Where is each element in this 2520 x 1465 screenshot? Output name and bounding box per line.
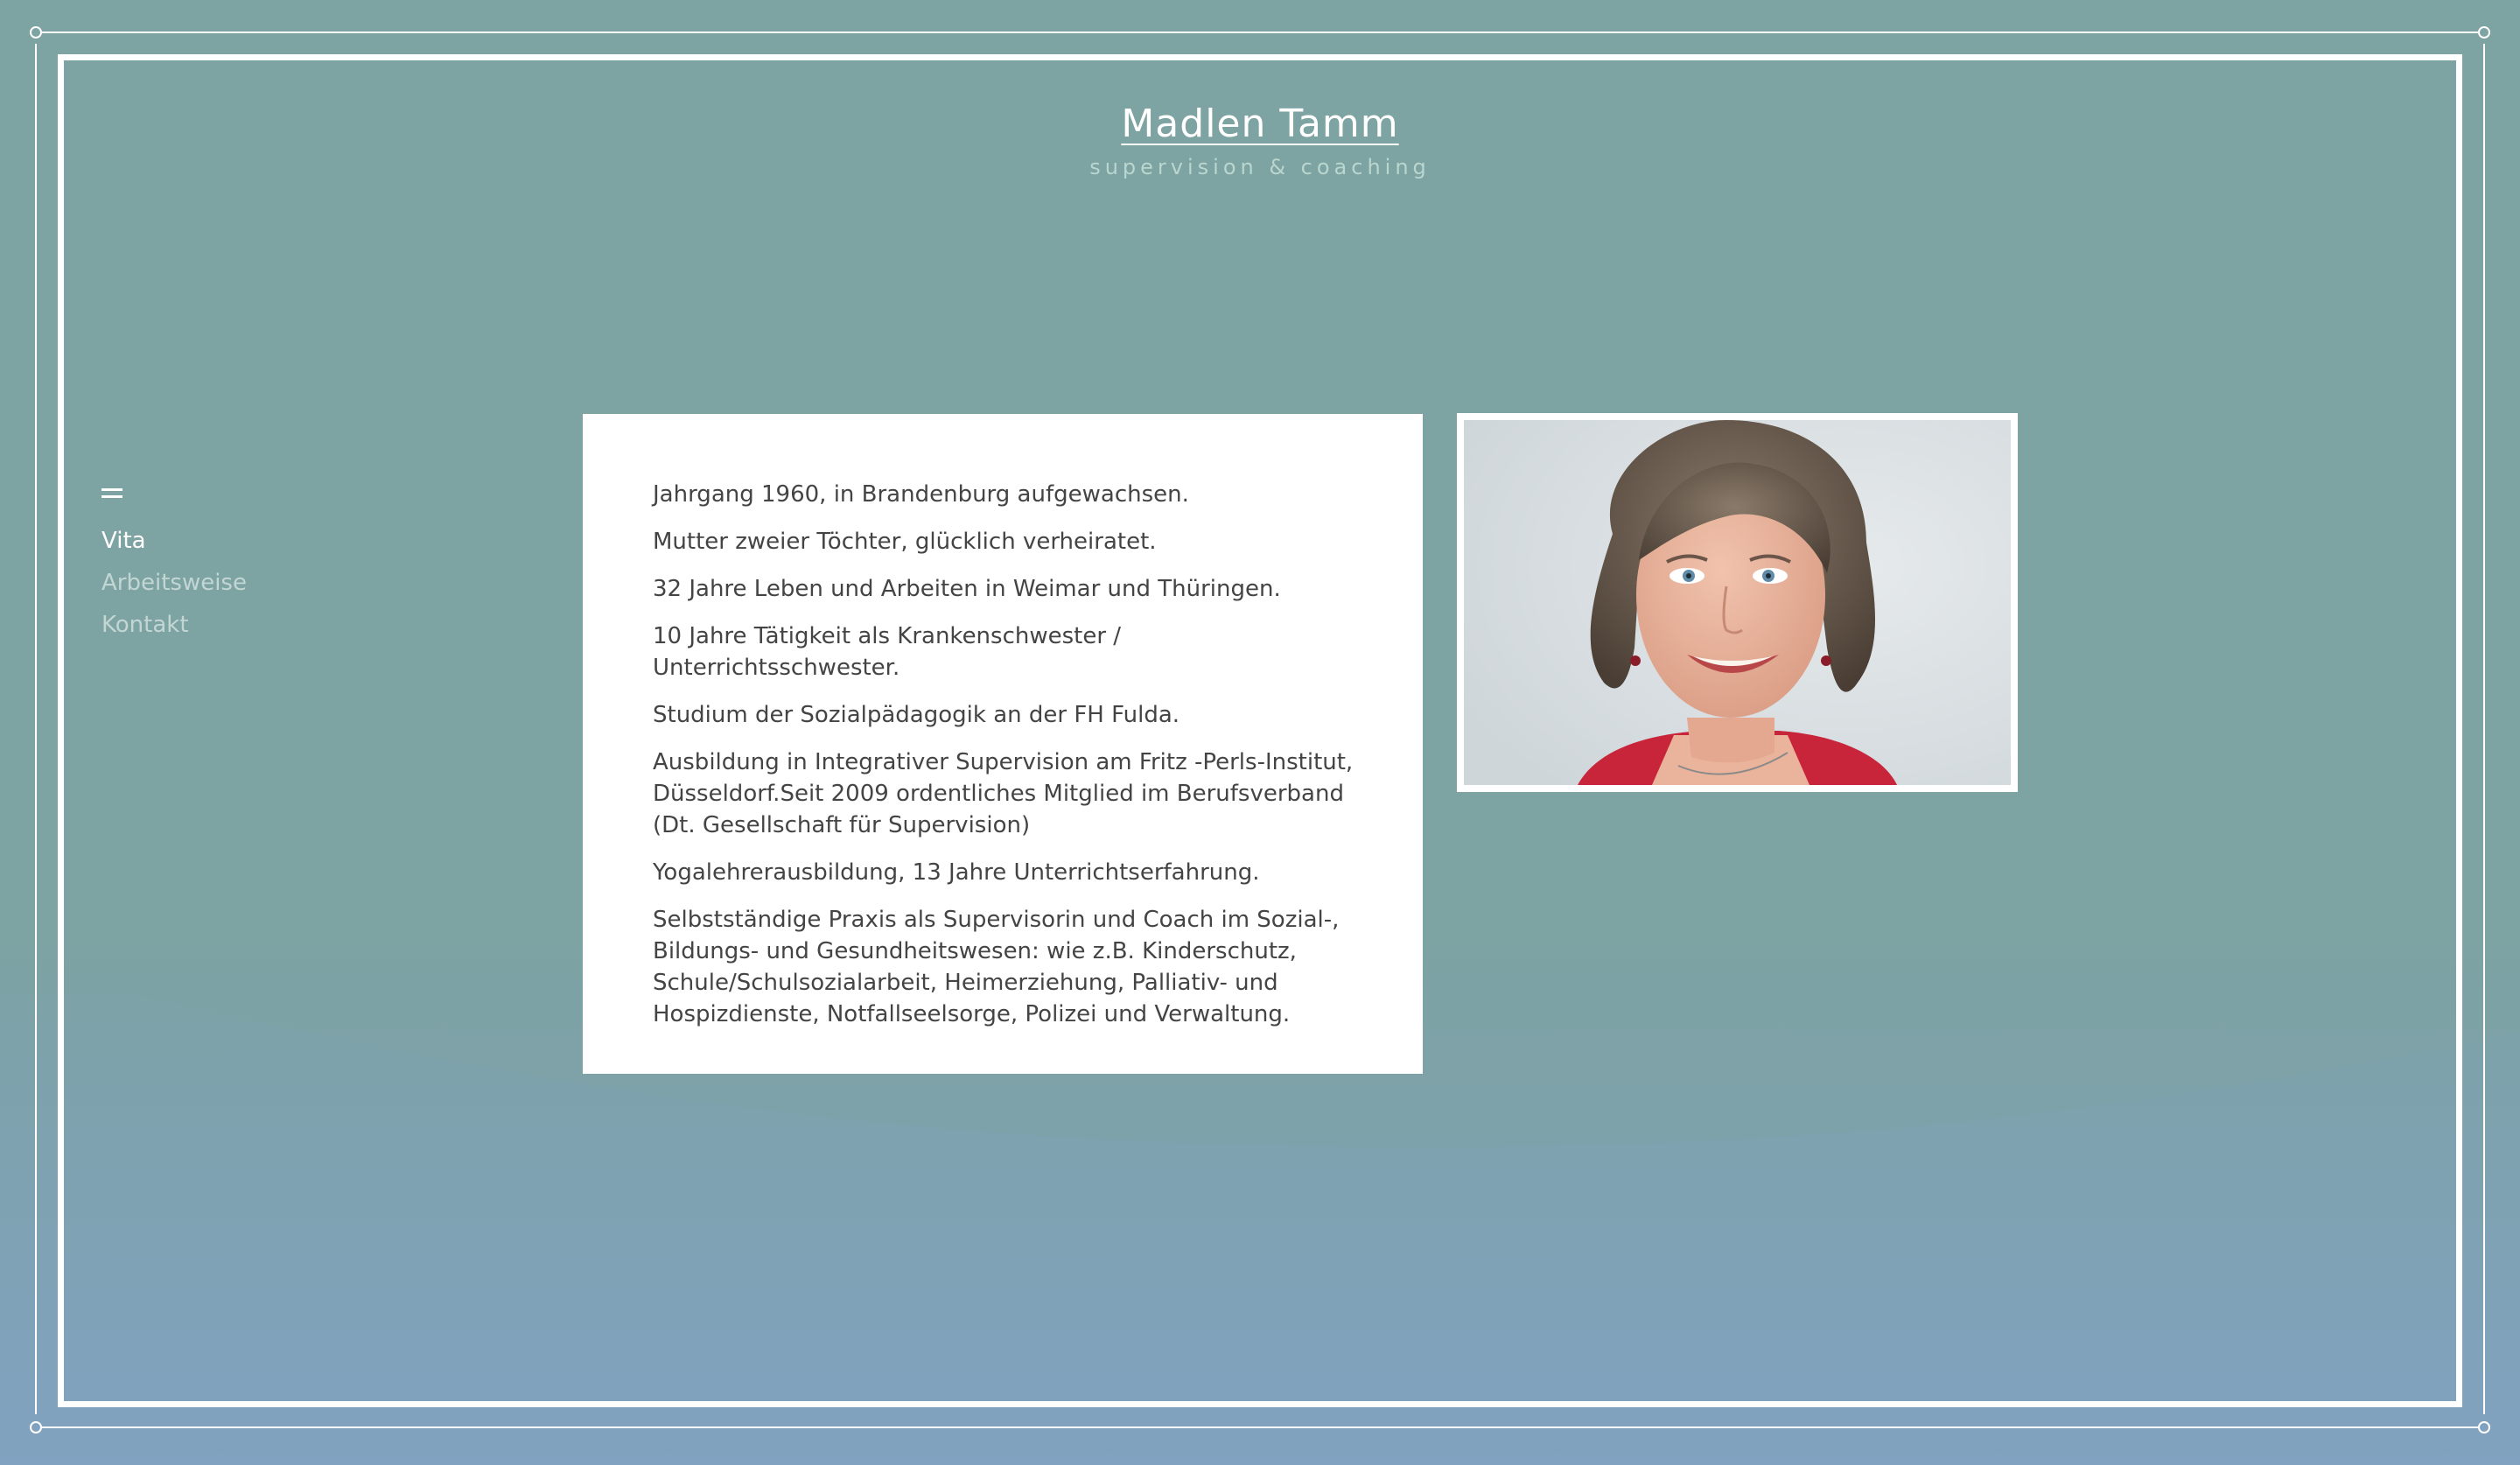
vita-paragraph: Mutter zweier Töchter, glücklich verheir… (653, 529, 1157, 555)
outer-frame-right-line (2483, 44, 2485, 1414)
nav-item-arbeitsweise[interactable]: Arbeitsweise (102, 562, 247, 604)
main-navigation: Vita Arbeitsweise Kontakt (102, 487, 247, 646)
portrait-photo-frame (1457, 413, 2018, 792)
nav-item-vita[interactable]: Vita (102, 520, 247, 562)
vita-paragraph: Yogalehrerausbildung, 13 Jahre Unterrich… (653, 859, 1260, 886)
vita-paragraph: Selbstständige Praxis als Supervisorin u… (653, 907, 1340, 1027)
vita-text-card: Jahrgang 1960, in Brandenburg aufgewachs… (583, 414, 1423, 1074)
corner-circle-top-right (2478, 26, 2490, 39)
nav-item-kontakt[interactable]: Kontakt (102, 604, 247, 646)
corner-circle-bottom-left (30, 1421, 42, 1433)
outer-frame-top-line (42, 32, 2478, 33)
site-subtitle: supervision & coaching (1089, 155, 1431, 179)
corner-circle-bottom-right (2478, 1421, 2490, 1433)
vita-paragraph: 10 Jahre Tätigkeit als Krankenschwester … (653, 623, 1122, 681)
vita-paragraph: 32 Jahre Leben und Arbeiten in Weimar un… (653, 576, 1281, 602)
vita-paragraph: Ausbildung in Integrativer Supervision a… (653, 749, 1354, 838)
portrait-photo (1464, 420, 2011, 785)
corner-circle-top-left (30, 26, 42, 39)
outer-frame-left-line (35, 44, 37, 1414)
vita-paragraph: Jahrgang 1960, in Brandenburg aufgewachs… (653, 481, 1189, 508)
site-header: Madlen Tamm supervision & coaching (0, 102, 2520, 179)
vita-paragraph: Studium der Sozialpädagogik an der FH Fu… (653, 702, 1180, 728)
site-title-link[interactable]: Madlen Tamm (1121, 102, 1398, 146)
hamburger-menu-icon[interactable] (102, 487, 122, 501)
outer-frame-bottom-line (42, 1426, 2478, 1428)
